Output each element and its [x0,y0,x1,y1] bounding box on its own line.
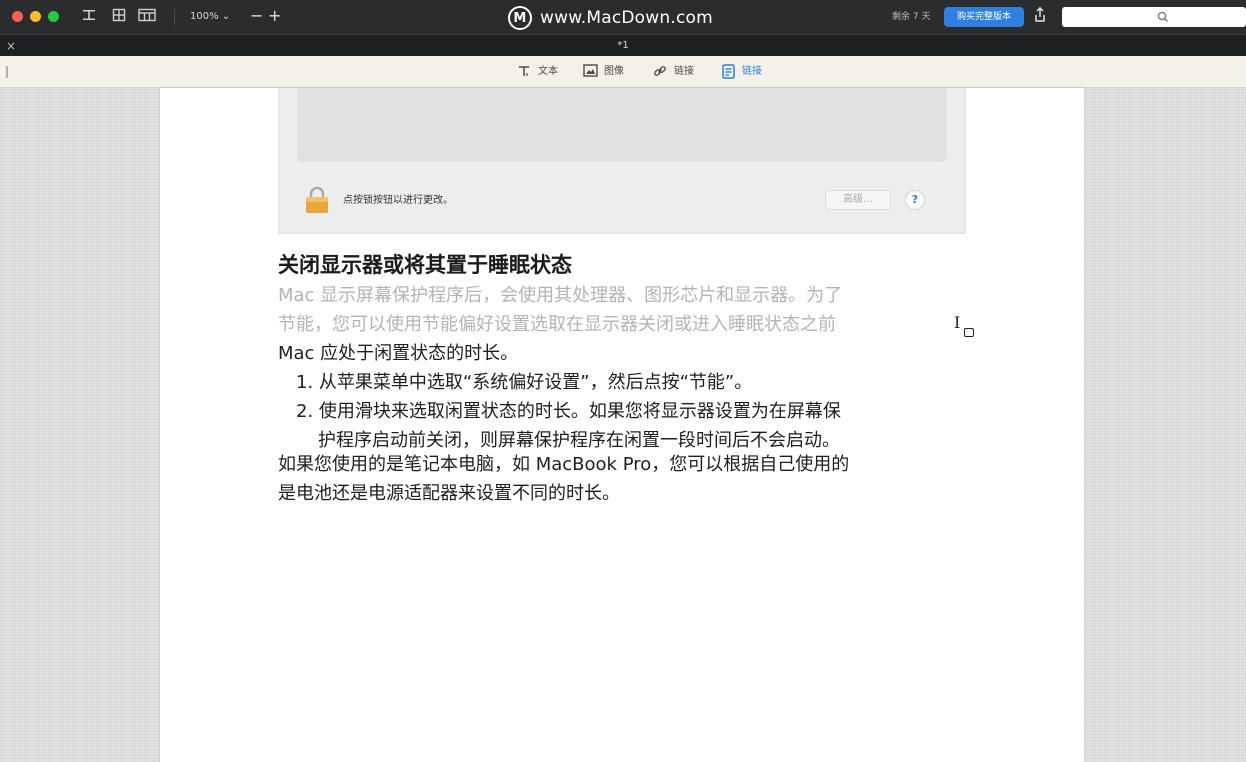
paragraph-line: Mac 应处于闲置状态的时长。 [278,343,519,364]
zoom-out-button[interactable]: − [250,7,263,25]
close-window-button[interactable] [12,11,23,22]
tab-bar: × *1 [0,34,1246,56]
link-tool-button[interactable]: 链接 [652,64,694,80]
tab-document[interactable]: *1 [0,38,1246,54]
watermark: M www.MacDown.com [508,6,713,30]
watermark-text: www.MacDown.com [540,8,713,28]
embedded-panel [297,88,947,162]
trial-remaining-text: 剩余 7 天 [892,12,931,22]
page-layout-icon[interactable] [138,8,156,26]
minimize-window-button[interactable] [30,11,41,22]
zoom-select[interactable]: 100% ⌄ [190,9,230,25]
faded-paragraph[interactable]: Mac 显示屏幕保护程序后，会使用其处理器、图形芯片和显示器。为了 节能，您可以… [278,281,968,339]
text-cursor-icon: I [954,313,961,332]
list-text: 从苹果菜单中选取“系统偏好设置”，然后点按“节能”。 [318,372,753,393]
watermark-logo-icon: M [508,6,532,30]
edit-toolbar: 文本 图像 链接 链接 [0,56,1246,88]
list-number: 1. [296,372,314,393]
toolbar-handle[interactable] [6,66,8,78]
image-icon [582,64,598,80]
advanced-button: 高级… [825,190,891,210]
image-tool-label: 图像 [604,66,624,77]
link-icon [652,64,668,80]
title-bar: 100% ⌄ − + M www.MacDown.com 剩余 7 天 购买完整… [0,0,1246,34]
list-number: 2. [296,401,314,422]
section-heading[interactable]: 关闭显示器或将其置于睡眠状态 [278,250,572,280]
document-page[interactable]: 点按锁按钮以进行更改。 高级… ? 关闭显示器或将其置于睡眠状态 Mac 显示屏… [160,88,1084,762]
image-tool-button[interactable]: 图像 [582,64,624,80]
list-text: 使用滑块来选取闲置状态的时长。如果您将显示器设置为在屏幕保 [318,401,841,422]
thumbnail-grid-icon[interactable] [110,8,128,26]
zoom-window-button[interactable] [48,11,59,22]
paragraph-line: Mac 显示屏幕保护程序后，会使用其处理器、图形芯片和显示器。为了 [278,285,843,306]
search-icon [1157,11,1169,23]
cursor-badge-icon [964,328,974,337]
paragraph-line: 是电池还是电源适配器来设置不同的时长。 [278,483,620,504]
text-icon [516,64,532,80]
zoom-in-button[interactable]: + [268,7,281,25]
lock-hint-text: 点按锁按钮以进行更改。 [343,195,453,206]
paragraph[interactable]: Mac 应处于闲置状态的时长。 [278,339,968,368]
paragraph-line: 节能，您可以使用节能偏好设置选取在显示器关闭或进入睡眠状态之前 [278,314,836,335]
form-icon [720,64,736,80]
share-icon[interactable] [1032,6,1048,25]
text-tool-label: 文本 [538,66,558,77]
help-icon: ? [905,190,925,210]
form-tool-label: 链接 [742,66,762,77]
toolbar-divider [174,9,175,25]
list-item[interactable]: 2. 使用滑块来选取闲置状态的时长。如果您将显示器设置为在屏幕保 护程序启动前关… [296,397,841,455]
link-tool-label: 链接 [674,66,694,77]
document-canvas: 点按锁按钮以进行更改。 高级… ? 关闭显示器或将其置于睡眠状态 Mac 显示屏… [0,88,1246,762]
sidebar-toggle-icon[interactable] [80,8,98,26]
search-input[interactable] [1062,7,1246,27]
text-tool-button[interactable]: 文本 [516,64,558,80]
lock-icon [305,186,329,214]
list-item[interactable]: 1. 从苹果菜单中选取“系统偏好设置”，然后点按“节能”。 [296,368,752,397]
paragraph[interactable]: 如果您使用的是笔记本电脑，如 MacBook Pro，您可以根据自己使用的 是电… [278,450,968,508]
form-tool-button[interactable]: 链接 [720,64,762,80]
embedded-screenshot[interactable]: 点按锁按钮以进行更改。 高级… ? [278,88,966,234]
buy-full-version-button[interactable]: 购买完整版本 [944,7,1024,27]
paragraph-line: 如果您使用的是笔记本电脑，如 MacBook Pro，您可以根据自己使用的 [278,454,850,475]
